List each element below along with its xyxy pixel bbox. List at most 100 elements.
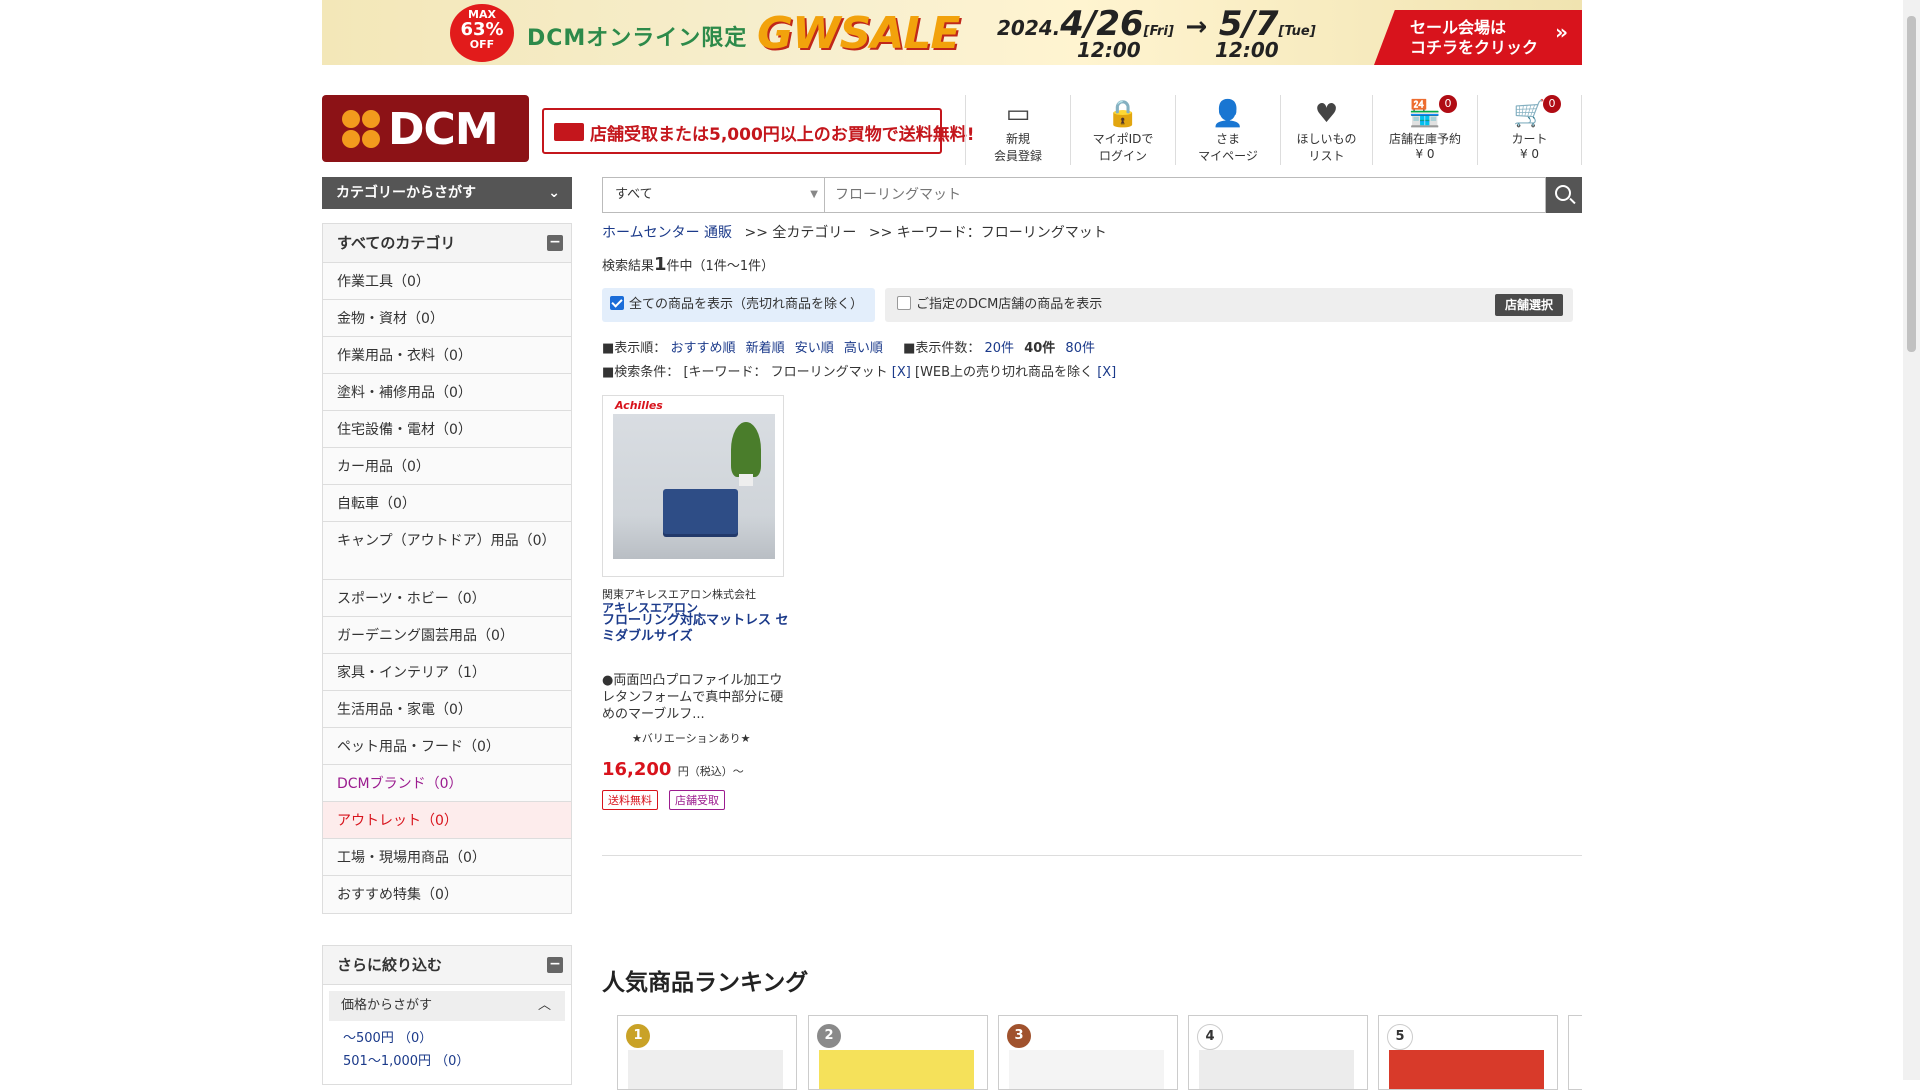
lock-icon: 🔒 xyxy=(1106,99,1140,129)
sidebar-item-pet[interactable]: ペット用品・フード（0） xyxy=(323,728,571,765)
double-chevron-right-icon: » xyxy=(1555,20,1568,44)
nav-register[interactable]: ▭ 新規 会員登録 xyxy=(965,95,1070,165)
nav-login-line2: ログイン xyxy=(1098,149,1147,163)
banner-year: 2024. xyxy=(997,16,1061,40)
dropdown-caret-icon: ▼ xyxy=(810,189,818,200)
cart-count-badge: 0 xyxy=(1543,95,1561,113)
product-image-card[interactable]: Achilles xyxy=(602,395,784,577)
result-suffix: 件中（1件～1件） xyxy=(666,259,775,274)
gw-sale-banner[interactable]: MAX 63% OFF DCMオンライン限定 GWSALE 2024.4/26[… xyxy=(322,0,1582,65)
sort-recommended[interactable]: おすすめ順 xyxy=(670,341,735,356)
ranking-card-4[interactable]: 4 xyxy=(1188,1015,1368,1090)
scrollbar-thumb[interactable] xyxy=(1907,16,1916,352)
sort-line: ■表示順： おすすめ順 新着順 安い順 高い順 ■表示件数： 20件 40件 8… xyxy=(602,337,1101,356)
divider xyxy=(602,855,1582,856)
rank-badge: 4 xyxy=(1197,1024,1223,1050)
sidebar-item-featured[interactable]: おすすめ特集（0） xyxy=(323,876,571,913)
ranking-card-1[interactable]: 1 xyxy=(617,1015,797,1090)
collapse-icon[interactable]: − xyxy=(547,957,563,973)
search-category-value: すべて xyxy=(615,187,653,202)
sort-cheapest[interactable]: 安い順 xyxy=(795,341,834,356)
search-button[interactable] xyxy=(1546,177,1582,213)
narrow-title: さらに絞り込む xyxy=(337,956,443,974)
category-browse-button[interactable]: カテゴリーからさがす ⌄ xyxy=(322,177,572,209)
sort-newest[interactable]: 新着順 xyxy=(746,341,785,356)
ranking-title: 人気商品ランキング xyxy=(602,970,809,996)
count-label: ■表示件数： xyxy=(903,341,981,356)
dcm-logo[interactable]: DCM xyxy=(322,95,529,162)
sidebar-item-dcm-brand[interactable]: DCMブランド（0） xyxy=(323,765,571,802)
search-category-select[interactable]: すべて ▼ xyxy=(602,177,825,213)
sidebar-header: すべてのカテゴリ − xyxy=(323,224,571,263)
ranking-product-image xyxy=(1199,1050,1354,1089)
rank-badge: 5 xyxy=(1387,1024,1413,1050)
chevron-down-icon: ⌄ xyxy=(548,185,560,201)
nav-cart[interactable]: 🛒 0 カート ¥ 0 xyxy=(1477,95,1582,165)
sidebar-item-gardening[interactable]: ガーデニング園芸用品（0） xyxy=(323,617,571,654)
sidebar-item-hardware[interactable]: 金物・資材（0） xyxy=(323,300,571,337)
sidebar-item-paint[interactable]: 塗料・補修用品（0） xyxy=(323,374,571,411)
sort-expensive[interactable]: 高い順 xyxy=(844,341,883,356)
price-option-1[interactable]: 501～1,000円 （0） xyxy=(323,1050,571,1073)
narrow-header: さらに絞り込む − xyxy=(323,946,571,985)
free-shipping-banner[interactable]: 店舗受取または5,000円以上のお買物で送料無料! xyxy=(542,108,975,154)
rank-badge: 1 xyxy=(626,1024,650,1048)
nav-wishlist[interactable]: ♥ ほしいもの リスト xyxy=(1280,95,1372,165)
badge-off: OFF xyxy=(469,38,495,52)
checkbox-unchecked-icon[interactable] xyxy=(897,296,911,310)
cond-keyword-remove[interactable]: [X] xyxy=(892,365,911,380)
sidebar-item-factory[interactable]: 工場・現場用商品（0） xyxy=(323,839,571,876)
ranking-card-2[interactable]: 2 xyxy=(808,1015,988,1090)
sidebar-item-camping[interactable]: キャンプ（アウトドア）用品（0） xyxy=(323,522,571,580)
nav-wishlist-line1: ほしいもの xyxy=(1296,132,1357,146)
nav-mypage[interactable]: 👤 さま マイページ xyxy=(1175,95,1280,165)
nav-register-line1: 新規 xyxy=(1005,132,1030,146)
logo-dots-icon xyxy=(342,110,382,150)
price-filter-header[interactable]: 価格からさがす ︿ xyxy=(329,991,565,1021)
store-select-button[interactable]: 店舗選択 xyxy=(1494,294,1563,316)
logo-text: DCM xyxy=(388,104,499,155)
nav-register-line2: 会員登録 xyxy=(993,149,1042,163)
sidebar-item-tools[interactable]: 作業工具（0） xyxy=(323,263,571,300)
breadcrumb-all-categories[interactable]: >> 全カテゴリー xyxy=(744,225,856,241)
rank-badge: 3 xyxy=(1007,1024,1031,1048)
breadcrumb-home[interactable]: ホームセンター 通販 xyxy=(602,225,732,241)
nav-login[interactable]: 🔒 マイポIDで ログイン xyxy=(1070,95,1175,165)
cond-web-remove[interactable]: [X] xyxy=(1097,365,1116,380)
collapse-icon[interactable]: − xyxy=(547,235,563,251)
nav-store-reserve[interactable]: 🏪 0 店舗在庫予約 ¥ 0 xyxy=(1372,95,1477,165)
ranking-product-image xyxy=(819,1050,974,1089)
filter-store-products[interactable]: ご指定のDCM店舗の商品を表示 店舗選択 xyxy=(885,288,1573,322)
free-shipping-text: 店舗受取または5,000円以上のお買物で送料無料! xyxy=(590,125,975,145)
sidebar-item-outlet[interactable]: アウトレット（0） xyxy=(323,802,571,839)
sidebar-item-bicycle[interactable]: 自転車（0） xyxy=(323,485,571,522)
banner-end-time: 12:00 xyxy=(1215,38,1279,62)
count-20[interactable]: 20件 xyxy=(985,341,1015,356)
plant-shape xyxy=(731,422,761,477)
product-name[interactable]: フローリング対応マットレス セミダブルサイズ xyxy=(602,613,792,645)
ranking-product-image xyxy=(1009,1050,1164,1089)
sidebar-item-furniture[interactable]: 家具・インテリア（1） xyxy=(323,654,571,691)
nav-mypage-line2: マイページ xyxy=(1198,149,1258,163)
narrow-down-panel: さらに絞り込む − 価格からさがす ︿ ～500円 （0） 501～1,000円… xyxy=(322,945,572,1085)
search-input[interactable] xyxy=(825,177,1546,213)
page-scrollbar[interactable] xyxy=(1903,0,1920,1080)
tag-free-shipping: 送料無料 xyxy=(602,790,658,810)
sidebar-item-car[interactable]: カー用品（0） xyxy=(323,448,571,485)
breadcrumb: ホームセンター 通販 >> 全カテゴリー >> キーワード：フローリングマット xyxy=(602,222,1107,242)
sale-cta-button[interactable]: セール会場は コチラをクリック » xyxy=(1374,10,1582,65)
cond-label: ■検索条件： xyxy=(602,365,680,380)
sidebar-item-daily[interactable]: 生活用品・家電（0） xyxy=(323,691,571,728)
sidebar-item-workwear[interactable]: 作業用品・衣料（0） xyxy=(323,337,571,374)
count-80[interactable]: 80件 xyxy=(1065,341,1095,356)
sidebar-item-housing[interactable]: 住宅設備・電材（0） xyxy=(323,411,571,448)
ranking-card-3[interactable]: 3 xyxy=(998,1015,1178,1090)
cart-icon: 🛒 xyxy=(1513,99,1546,129)
price-option-0[interactable]: ～500円 （0） xyxy=(323,1027,571,1050)
sidebar-item-sports[interactable]: スポーツ・ホビー（0） xyxy=(323,580,571,617)
filter-all-products[interactable]: 全ての商品を表示（売切れ商品を除く） xyxy=(602,288,875,322)
id-card-icon: ▭ xyxy=(1005,99,1031,129)
ranking-card-5[interactable]: 5 xyxy=(1378,1015,1558,1090)
checkbox-checked-icon[interactable] xyxy=(610,296,624,310)
product-photo xyxy=(613,414,775,559)
